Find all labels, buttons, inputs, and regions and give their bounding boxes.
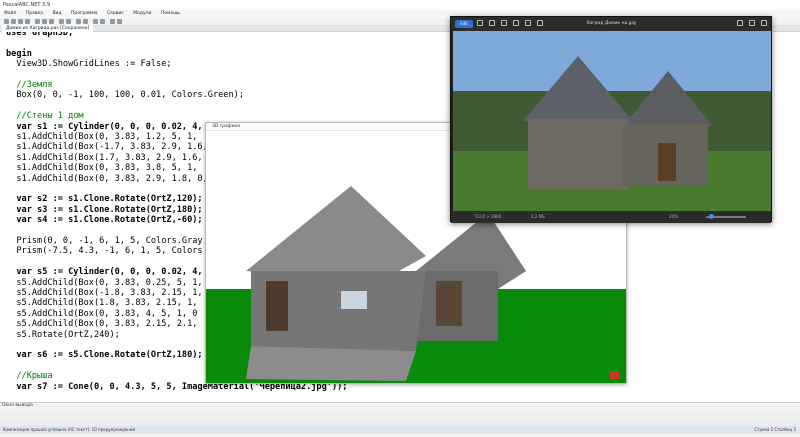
code-line[interactable]: //Земля	[6, 80, 52, 90]
code-line[interactable]: s1.AddChild(Box(0, 3.83, 3.8, 5, 1,	[6, 163, 197, 173]
photo-resolution: 5120 × 2880	[475, 214, 502, 219]
cut-icon[interactable]	[35, 19, 40, 24]
run-icon[interactable]	[76, 19, 81, 24]
door-left	[266, 281, 288, 331]
menu-program[interactable]: Программа	[71, 11, 98, 16]
step-into-icon[interactable]	[100, 19, 105, 24]
open-file-icon[interactable]	[11, 19, 16, 24]
code-line[interactable]: s5.AddChild(Box(0, 3.83, 2.15, 2.1,	[6, 319, 197, 329]
code-line[interactable]: var s1 := Cylinder(0, 0, 0, 0.02, 4,	[6, 122, 202, 132]
code-line[interactable]: var s3 := s1.Clone.Rotate(OrtZ,180);	[6, 205, 202, 215]
code-line[interactable]: s5.AddChild(Box(1.8, 3.83, 2.15, 1,	[6, 298, 197, 308]
photo-file-size: 4,2 МБ	[531, 214, 545, 219]
stop-icon[interactable]	[83, 19, 88, 24]
status-text: Компиляция прошла успешно (0С текст). 10…	[3, 427, 136, 432]
ide-title: PascalABC.NET 3.9	[3, 2, 50, 8]
paste-icon[interactable]	[49, 19, 54, 24]
code-line[interactable]: s1.AddChild(Box(-1.7, 3.83, 2.9, 1.6,	[6, 142, 207, 152]
cursor-position: Строка 1 Столбец 5	[754, 427, 796, 432]
new-file-icon[interactable]	[4, 19, 9, 24]
photo-image	[453, 31, 771, 211]
code-line[interactable]: uses Graph3D;	[6, 32, 73, 38]
output-panel-header	[0, 402, 800, 410]
code-line[interactable]: s1.AddChild(Box(1.7, 3.83, 2.9, 1.6,	[6, 153, 202, 163]
menu-view[interactable]: Вид	[52, 11, 61, 16]
code-line[interactable]: s5.Rotate(OrtZ,240);	[6, 330, 119, 340]
step-icon[interactable]	[93, 19, 98, 24]
output-panel-label: Окно вывода	[2, 403, 33, 408]
code-line[interactable]: s1.AddChild(Box(0, 3.83, 1.2, 5, 1,	[6, 132, 197, 142]
code-line[interactable]: //Стены 1 дом	[6, 111, 83, 121]
zoom-level: 20%	[669, 214, 678, 219]
copy-icon[interactable]	[42, 19, 47, 24]
code-line[interactable]: var s5 := Cylinder(0, 0, 0, 0.02, 4,	[6, 267, 202, 277]
foundation	[246, 346, 416, 381]
photo-viewer-window[interactable]: Edit Хагрид Домик на.jpg 5120 × 2880 4,2…	[450, 16, 772, 223]
menu-file[interactable]: Файл	[4, 11, 16, 16]
code-line[interactable]: begin	[6, 49, 32, 59]
door-right	[436, 281, 462, 326]
menu-service[interactable]: Сервис	[107, 11, 124, 16]
maximize-icon[interactable]	[749, 20, 755, 26]
code-line[interactable]: View3D.ShowGridLines := False;	[6, 59, 171, 69]
menu-edit[interactable]: Правка	[26, 11, 43, 16]
code-line[interactable]: s5.AddChild(Box(0, 3.83, 0.25, 5, 1,	[6, 278, 202, 288]
zoom-slider-thumb[interactable]	[709, 214, 714, 219]
code-line[interactable]: var s4 := s1.Clone.Rotate(OrtZ,-60);	[6, 215, 202, 225]
photo-footer: 5120 × 2880 4,2 МБ 20%	[451, 211, 771, 223]
format-icon[interactable]	[117, 19, 122, 24]
photo-wall-left	[528, 119, 628, 189]
menu-help[interactable]: Помощь	[161, 11, 180, 16]
tab-file[interactable]: Домик из Хагрида.pas [Сохранено]	[2, 25, 94, 32]
code-line[interactable]: Prism(-7.5, 4.3, -1, 6, 1, 5, Colors	[6, 246, 202, 256]
menu-modules[interactable]: Модули	[133, 11, 151, 16]
save-all-icon[interactable]	[25, 19, 30, 24]
close-icon[interactable]	[761, 20, 767, 26]
code-line[interactable]: s5.AddChild(Box(0, 3.83, 4, 5, 1, 0	[6, 309, 197, 319]
code-line[interactable]: //Крыша	[6, 371, 52, 381]
save-icon[interactable]	[18, 19, 23, 24]
photo-title: Хагрид Домик на.jpg	[586, 21, 636, 26]
code-line[interactable]: s5.AddChild(Box(-1.8, 3.83, 2.15, 1,	[6, 288, 202, 298]
status-bar: Компиляция прошла успешно (0С текст). 10…	[0, 426, 800, 434]
code-line[interactable]: Prism(0, 0, -1, 6, 1, 5, Colors.Gray	[6, 236, 202, 246]
redo-icon[interactable]	[66, 19, 71, 24]
code-line[interactable]: Box(0, 0, -1, 100, 100, 0.01, Colors.Gre…	[6, 90, 244, 100]
photo-door	[658, 143, 676, 181]
code-line[interactable]: s1.AddChild(Box(0, 3.83, 2.9, 1.8, 0,	[6, 174, 207, 184]
window-left	[341, 291, 367, 309]
undo-icon[interactable]	[59, 19, 64, 24]
code-line[interactable]: var s2 := s1.Clone.Rotate(OrtZ,120);	[6, 194, 202, 204]
bottom-tabs: Окно вывода Список ошибок Сообщения комп…	[0, 418, 800, 434]
breakpoint-icon[interactable]	[110, 19, 115, 24]
minimize-icon[interactable]	[737, 20, 743, 26]
photo-titlebar: Edit Хагрид Домик на.jpg	[451, 17, 771, 31]
ide-titlebar: PascalABC.NET 3.9	[0, 0, 800, 10]
viewer-logo-icon	[610, 371, 619, 379]
code-line[interactable]: var s6 := s5.Clone.Rotate(OrtZ,180);	[6, 350, 202, 360]
